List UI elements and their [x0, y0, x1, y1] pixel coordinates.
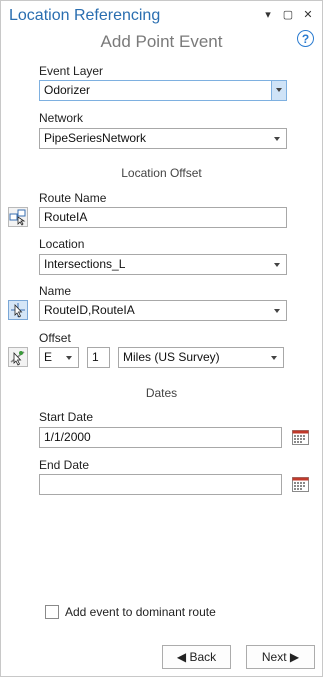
chevron-down-icon: [276, 88, 282, 92]
chevron-down-icon: [274, 137, 280, 141]
calendar-icon[interactable]: [292, 476, 309, 492]
network-label: Network: [39, 111, 84, 125]
offset-units-dropdown[interactable]: Miles (US Survey): [118, 347, 284, 368]
window-controls: ▾ ▢ ✕: [262, 7, 314, 21]
location-value: Intersections_L: [44, 257, 126, 271]
route-name-input[interactable]: RouteIA: [39, 207, 287, 228]
location-offset-heading: Location Offset: [121, 166, 202, 180]
pane-subtitle: Add Point Event: [100, 32, 223, 51]
start-date-input[interactable]: 1/1/2000: [39, 427, 282, 448]
event-layer-label: Event Layer: [39, 64, 104, 78]
route-name-value: RouteIA: [44, 210, 88, 224]
pane-title: Location Referencing: [9, 7, 161, 24]
network-value: PipeSeriesNetwork: [44, 131, 147, 145]
network-dropdown[interactable]: PipeSeriesNetwork: [39, 128, 287, 149]
end-date-input[interactable]: [39, 474, 282, 495]
name-label: Name: [39, 284, 72, 298]
calendar-icon[interactable]: [292, 429, 309, 445]
dominant-route-label: Add event to dominant route: [65, 605, 216, 619]
pick-offset-tool-icon[interactable]: [8, 347, 28, 367]
back-button[interactable]: ◀ Back: [162, 645, 231, 669]
close-icon[interactable]: ✕: [302, 7, 314, 21]
offset-distance-input[interactable]: 1: [87, 347, 110, 368]
route-name-label: Route Name: [39, 191, 107, 205]
offset-distance-value: 1: [92, 350, 99, 364]
name-value: RouteID,RouteIA: [44, 303, 135, 317]
maximize-icon[interactable]: ▢: [282, 7, 294, 21]
select-route-tool-icon[interactable]: [8, 207, 28, 227]
chevron-down-icon: [274, 263, 280, 267]
help-icon[interactable]: ?: [297, 30, 314, 47]
location-label: Location: [39, 237, 85, 251]
offset-units-value: Miles (US Survey): [123, 350, 220, 364]
dates-heading: Dates: [145, 386, 178, 400]
pane-menu-icon[interactable]: ▾: [262, 7, 274, 21]
start-date-label: Start Date: [39, 410, 94, 424]
chevron-down-icon: [274, 309, 280, 313]
event-layer-value: Odorizer: [44, 83, 91, 97]
dominant-route-checkbox[interactable]: [45, 605, 59, 619]
event-layer-dropdown[interactable]: Odorizer: [39, 80, 287, 101]
name-dropdown[interactable]: RouteID,RouteIA: [39, 300, 287, 321]
offset-label: Offset: [39, 331, 71, 345]
start-date-value: 1/1/2000: [44, 430, 91, 444]
chevron-down-icon: [271, 356, 277, 360]
end-date-label: End Date: [39, 458, 90, 472]
location-referencing-pane: Location Referencing ▾ ▢ ✕ Add Point Eve…: [0, 0, 323, 677]
chevron-down-icon: [66, 356, 72, 360]
offset-direction-dropdown[interactable]: E: [39, 347, 79, 368]
offset-direction-value: E: [44, 350, 53, 364]
location-dropdown[interactable]: Intersections_L: [39, 254, 287, 275]
next-button[interactable]: Next ▶: [246, 645, 315, 669]
select-intersection-tool-icon[interactable]: [8, 300, 28, 320]
event-layer-dropdown-button[interactable]: [271, 81, 286, 100]
